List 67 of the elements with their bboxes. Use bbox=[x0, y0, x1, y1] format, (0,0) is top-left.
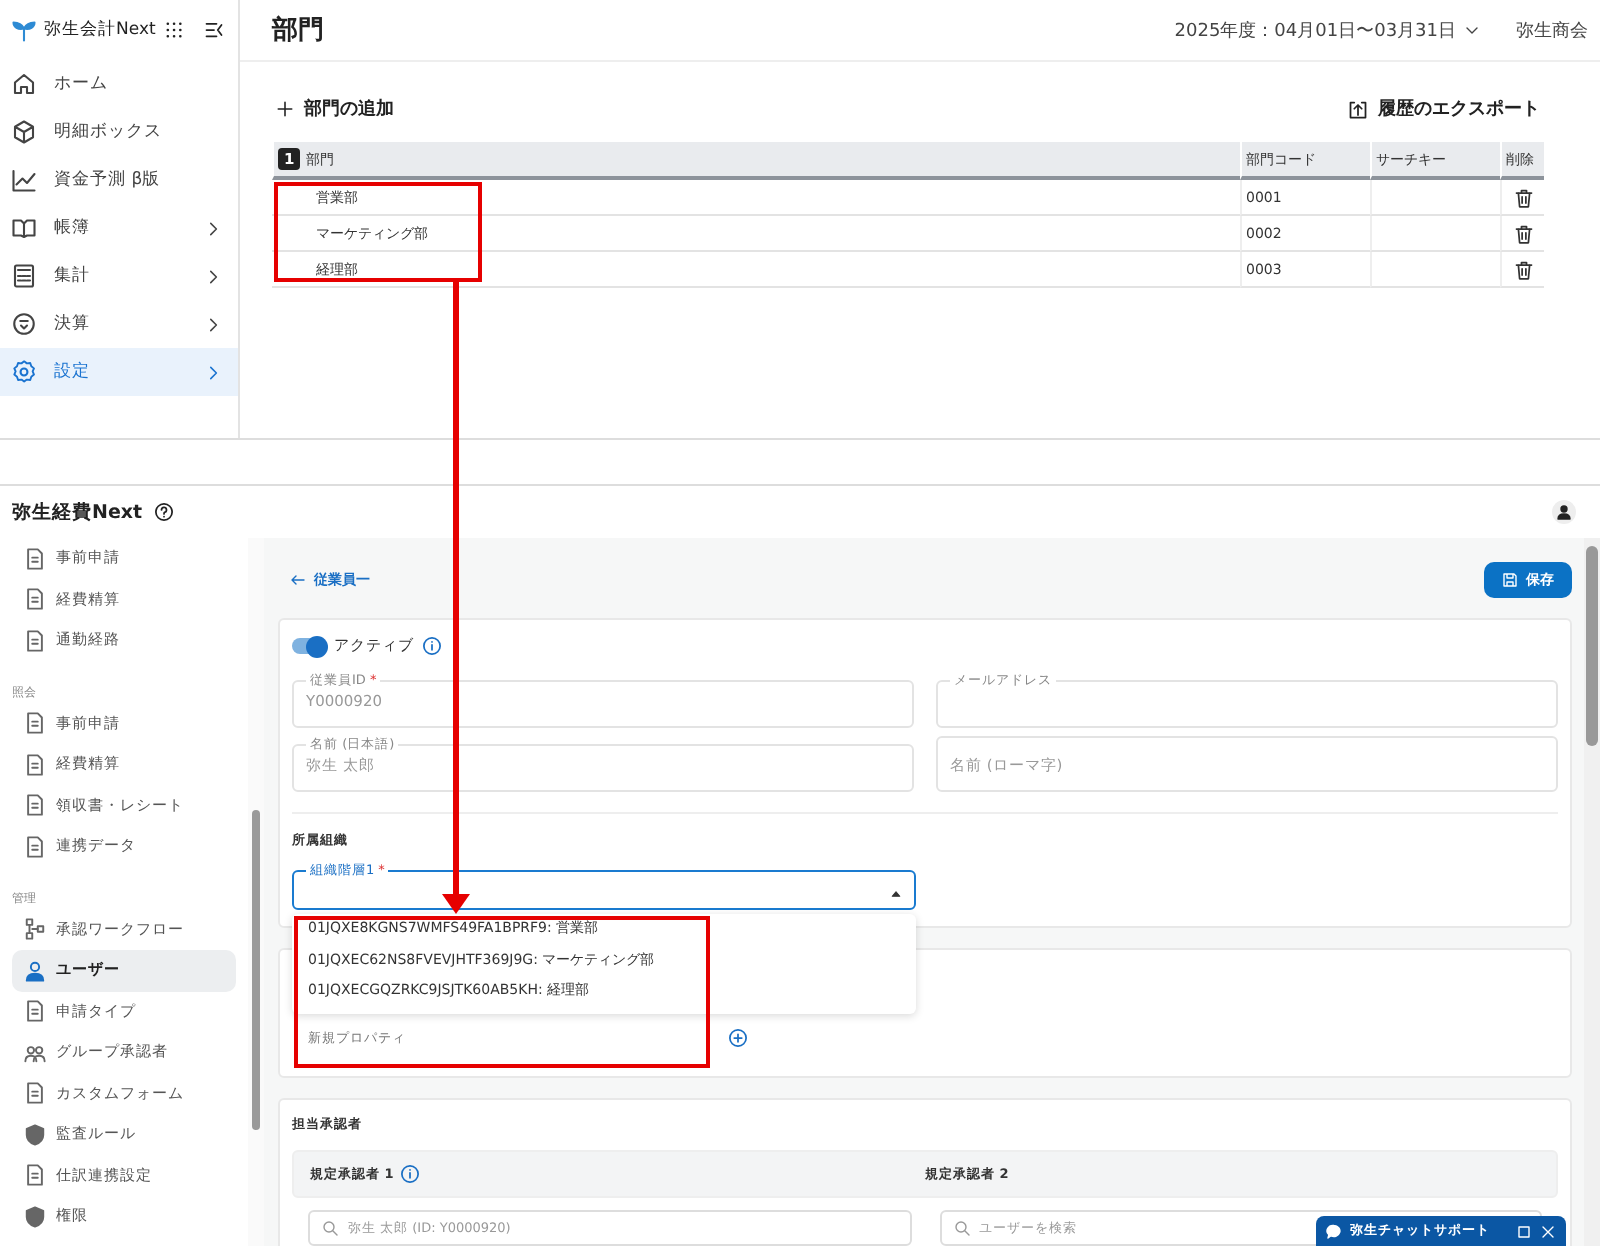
plus-icon bbox=[276, 100, 294, 118]
chevron-right-icon bbox=[204, 219, 222, 237]
app-logo: 弥生経費Next bbox=[12, 499, 143, 525]
gear-icon bbox=[12, 360, 36, 384]
delete-button[interactable] bbox=[1513, 187, 1533, 207]
flow-icon bbox=[24, 918, 46, 941]
book-icon bbox=[12, 216, 36, 240]
document-icon bbox=[24, 1164, 46, 1187]
sidebar-item[interactable]: ホーム bbox=[0, 60, 238, 108]
company-name: 弥生商会 bbox=[1516, 19, 1588, 43]
collapse-menu-icon bbox=[204, 20, 225, 40]
add-department-button[interactable]: 部門の追加 bbox=[272, 92, 398, 126]
cube-icon bbox=[12, 120, 36, 144]
maximize-icon bbox=[1516, 1223, 1532, 1239]
document-icon bbox=[24, 753, 46, 776]
avatar-icon[interactable] bbox=[1552, 500, 1576, 524]
trash-icon bbox=[1513, 223, 1533, 243]
document-icon bbox=[24, 588, 46, 611]
sidebar-item[interactable]: 設定 bbox=[0, 348, 238, 396]
document-icon bbox=[24, 835, 46, 858]
document-icon bbox=[24, 629, 46, 652]
delete-button[interactable] bbox=[1513, 223, 1533, 243]
calculator-icon bbox=[12, 264, 36, 288]
people-icon bbox=[24, 1041, 46, 1064]
chevron-right-icon bbox=[204, 315, 222, 333]
info-icon bbox=[399, 1164, 420, 1184]
search-icon bbox=[953, 1220, 969, 1236]
page-title: 部門 bbox=[272, 13, 326, 48]
sidebar-item[interactable]: 帳簿 bbox=[0, 204, 238, 252]
scrollbar[interactable] bbox=[248, 538, 264, 1246]
sprout-logo-icon bbox=[12, 18, 36, 42]
info-icon bbox=[422, 636, 442, 656]
document-icon bbox=[24, 547, 46, 570]
fiscal-period-dropdown[interactable]: 2025年度：04月01日〜03月31日 bbox=[1174, 17, 1480, 43]
line-chart-icon bbox=[12, 168, 36, 192]
grid-menu-icon bbox=[163, 20, 184, 40]
sidebar-item[interactable]: 集計 bbox=[0, 252, 238, 300]
toggle-switch[interactable] bbox=[292, 638, 326, 654]
chat-bubble-icon bbox=[1326, 1223, 1342, 1239]
document-icon bbox=[24, 1082, 46, 1105]
person-icon bbox=[24, 959, 46, 982]
arrow-left-icon bbox=[290, 572, 306, 588]
shield-icon bbox=[24, 1205, 46, 1228]
chevron-right-icon bbox=[204, 363, 222, 381]
caret-up-icon bbox=[889, 888, 901, 900]
trash-icon bbox=[1513, 259, 1533, 279]
document-icon bbox=[24, 1000, 46, 1023]
document-icon bbox=[24, 712, 46, 735]
help-icon bbox=[154, 502, 175, 522]
search-icon bbox=[322, 1220, 338, 1236]
delete-button[interactable] bbox=[1513, 259, 1533, 279]
shield-icon bbox=[24, 1123, 46, 1146]
chevron-down-icon bbox=[1464, 22, 1480, 38]
sidebar-item[interactable]: 決算 bbox=[0, 300, 238, 348]
export-history-button[interactable]: 履歴のエクスポート bbox=[1344, 92, 1544, 126]
person-icon bbox=[1556, 504, 1572, 520]
sidebar-item[interactable]: 資金予測 β版 bbox=[0, 156, 238, 204]
document-icon bbox=[24, 794, 46, 817]
plus-circle-icon bbox=[728, 1028, 748, 1048]
home-icon bbox=[12, 72, 36, 96]
scrollbar[interactable] bbox=[1584, 538, 1600, 1246]
trash-icon bbox=[1513, 187, 1533, 207]
chevron-right-icon bbox=[204, 267, 222, 285]
app-logo: 弥生会計Next bbox=[44, 18, 156, 42]
close-icon bbox=[1540, 1223, 1556, 1239]
upload-icon bbox=[1348, 99, 1368, 119]
sidebar-item[interactable]: 明細ボックス bbox=[0, 108, 238, 156]
